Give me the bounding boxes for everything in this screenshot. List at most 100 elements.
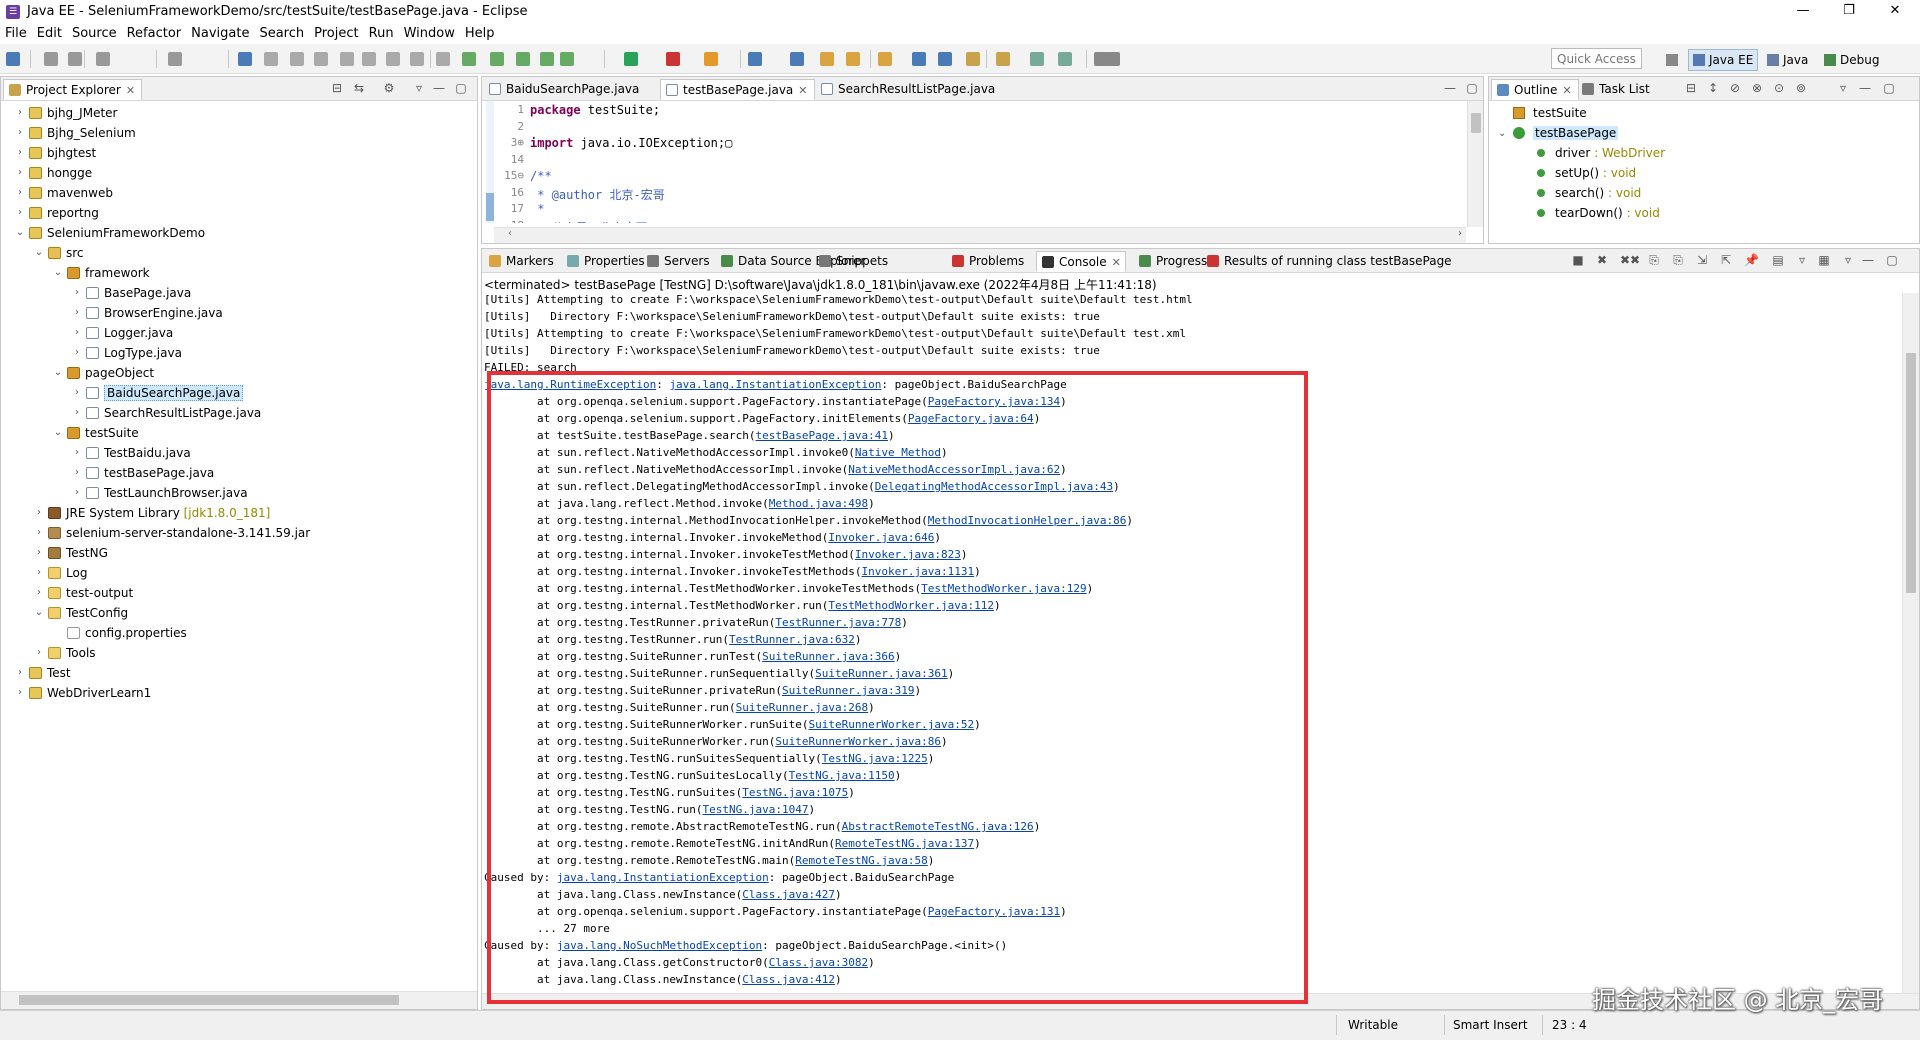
stack-trace-link[interactable]: Invoker.java:1131 (862, 565, 975, 578)
menu-edit[interactable]: Edit (32, 26, 67, 41)
collapsed-arrow-icon[interactable]: › (72, 403, 82, 423)
collapsed-arrow-icon[interactable]: › (72, 463, 82, 483)
stack-trace-link[interactable]: DelegatingMethodAccessorImpl.java:43 (875, 480, 1113, 493)
toolbar-button-icon[interactable] (966, 52, 980, 66)
toolbar-button-icon[interactable] (6, 52, 20, 66)
stack-trace-link[interactable]: RemoteTestNG.java:137 (835, 837, 974, 850)
toolbar-button-icon[interactable] (704, 52, 718, 66)
menu-window[interactable]: Window (399, 26, 460, 41)
tree-item[interactable]: › Bjhg_Selenium (18, 123, 136, 143)
stack-trace-link[interactable]: NativeMethodAccessorImpl.java:62 (848, 463, 1060, 476)
stack-trace-link[interactable]: Class.java:427 (742, 888, 835, 901)
close-button[interactable]: ✕ (1872, 0, 1918, 23)
tab-progress[interactable]: Progress (1134, 251, 1211, 272)
filter-icon[interactable]: ⚙ (383, 82, 395, 94)
stack-trace-link[interactable]: Invoker.java:823 (855, 548, 961, 561)
close-icon[interactable]: ✕ (1562, 84, 1571, 97)
toolbar-button-icon[interactable] (878, 52, 892, 66)
toolbar-button-icon[interactable] (624, 52, 638, 66)
tree-item[interactable]: › testBasePage.java (75, 463, 214, 483)
toolbar-button-icon[interactable] (846, 52, 860, 66)
minimize-button[interactable]: — (1780, 0, 1826, 23)
collapsed-arrow-icon[interactable]: › (15, 663, 25, 683)
collapsed-arrow-icon[interactable]: › (34, 583, 44, 603)
toolbar-button-icon[interactable] (938, 52, 952, 66)
tree-item[interactable]: ⌄ pageObject (54, 363, 154, 383)
console-toolbar-icon[interactable]: ⇲ (1696, 254, 1708, 266)
tree-item[interactable]: ⌄ SeleniumFrameworkDemo (16, 223, 205, 243)
expanded-arrow-icon[interactable]: ⌄ (53, 263, 63, 283)
expanded-arrow-icon[interactable]: ⌄ (34, 603, 44, 623)
toolbar-button-icon[interactable] (168, 52, 182, 66)
tree-item[interactable]: › bjhgtest (18, 143, 96, 163)
toolbar-button-icon[interactable] (1030, 52, 1044, 66)
toolbar-button-icon[interactable] (912, 52, 926, 66)
stack-trace-link[interactable]: Method.java:498 (769, 497, 868, 510)
collapsed-arrow-icon[interactable]: › (34, 503, 44, 523)
close-icon[interactable]: ✕ (798, 84, 807, 97)
collapsed-arrow-icon[interactable]: › (72, 343, 82, 363)
maximize-view-icon[interactable]: ▢ (1466, 82, 1478, 94)
collapsed-arrow-icon[interactable]: › (15, 683, 25, 703)
close-icon[interactable]: ✕ (1112, 256, 1121, 269)
hide-fields-icon[interactable]: ⊘ (1729, 82, 1741, 94)
tab-editor-file[interactable]: testBasePage.java ✕ (660, 79, 815, 100)
stack-trace-link[interactable]: Invoker.java:646 (828, 531, 934, 544)
tab-project-explorer[interactable]: Project Explorer ✕ (3, 79, 143, 100)
tree-item[interactable]: › TestNG (37, 543, 108, 563)
view-menu-icon[interactable]: ▿ (413, 82, 425, 94)
stack-trace-link[interactable]: SuiteRunnerWorker.java:86 (775, 735, 941, 748)
console-toolbar-icon[interactable]: ▦ (1818, 254, 1830, 266)
tab-markers[interactable]: Markers (484, 251, 558, 272)
tab-editor-file[interactable]: BaiduSearchPage.java (484, 79, 645, 100)
open-perspective-button[interactable] (1661, 49, 1683, 71)
menu-run[interactable]: Run (364, 26, 399, 41)
console-toolbar-icon[interactable]: ▿ (1842, 254, 1854, 266)
stack-trace-link[interactable]: java.lang.NoSuchMethodException (557, 939, 762, 952)
toolbar-button-icon[interactable] (462, 52, 476, 66)
stack-trace-link[interactable]: testBasePage.java:41 (756, 429, 888, 442)
tab-problems[interactable]: Problems (947, 251, 1028, 272)
stack-trace-link[interactable]: SuiteRunner.java:366 (762, 650, 894, 663)
stack-trace-link[interactable]: RemoteTestNG.java:58 (795, 854, 927, 867)
tree-item[interactable]: › LogType.java (75, 343, 182, 363)
collapsed-arrow-icon[interactable]: › (72, 383, 82, 403)
tree-item[interactable]: › SearchResultListPage.java (75, 403, 261, 423)
tab-editor-file[interactable]: SearchResultListPage.java (816, 79, 1001, 100)
scroll-right-icon[interactable]: › (1458, 228, 1462, 239)
tree-item[interactable]: › reportng (18, 203, 99, 223)
tree-item[interactable]: › Log (37, 563, 87, 583)
collapsed-arrow-icon[interactable]: › (34, 563, 44, 583)
tree-item[interactable]: › BrowserEngine.java (75, 303, 223, 323)
outline-item[interactable]: tearDown() : void (1537, 205, 1660, 222)
close-icon[interactable]: ✕ (126, 84, 135, 97)
toolbar-button-icon[interactable] (314, 52, 328, 66)
stack-trace-link[interactable]: java.lang.InstantiationException (669, 378, 881, 391)
stack-trace-link[interactable]: java.lang.RuntimeException (484, 378, 656, 391)
tree-item[interactable]: ⌄ src (35, 243, 84, 263)
maximize-view-icon[interactable]: ▢ (1883, 82, 1895, 94)
stack-trace-link[interactable]: MethodInvocationHelper.java:86 (928, 514, 1127, 527)
tab-console[interactable]: Console ✕ (1036, 251, 1126, 272)
stack-trace-link[interactable]: TestNG.java:1225 (822, 752, 928, 765)
collapsed-arrow-icon[interactable]: › (15, 203, 25, 223)
quick-access-input[interactable] (1551, 48, 1642, 69)
explorer-horizontal-scrollbar[interactable] (1, 991, 477, 1009)
stack-trace-link[interactable]: TestNG.java:1075 (742, 786, 848, 799)
minimize-view-icon[interactable]: — (433, 82, 445, 94)
scrollbar-thumb[interactable] (19, 995, 399, 1005)
tree-item[interactable]: › TestBaidu.java (75, 443, 191, 463)
toolbar-button-icon[interactable] (96, 52, 110, 66)
scrollbar-thumb[interactable] (1906, 353, 1916, 593)
stack-trace-link[interactable]: TestRunner.java:778 (775, 616, 901, 629)
expanded-arrow-icon[interactable]: ⌄ (34, 243, 44, 263)
stack-trace-link[interactable]: PageFactory.java:134 (928, 395, 1060, 408)
console-toolbar-icon[interactable]: ■ (1572, 254, 1584, 266)
toolbar-button-icon[interactable] (340, 52, 354, 66)
toolbar-button-icon[interactable] (44, 52, 58, 66)
hide-local-types-icon[interactable]: ⊚ (1795, 82, 1807, 94)
collapsed-arrow-icon[interactable]: › (15, 103, 25, 123)
tree-item[interactable]: › hongge (18, 163, 92, 183)
collapsed-arrow-icon[interactable]: › (15, 123, 25, 143)
outline-item[interactable]: driver : WebDriver (1537, 145, 1665, 162)
